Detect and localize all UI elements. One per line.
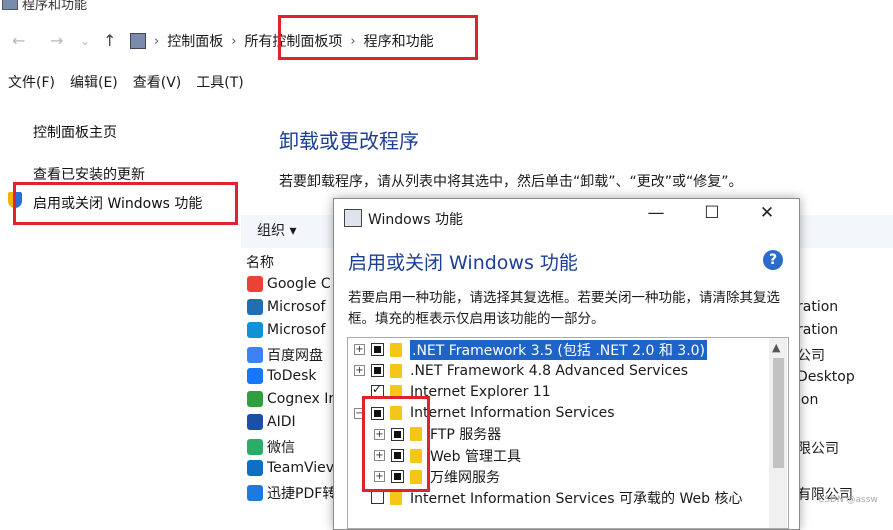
- feature-label: Internet Information Services 可承载的 Web 核…: [410, 490, 743, 507]
- program-publisher: 限公司: [797, 441, 839, 457]
- folder-icon: [390, 363, 402, 378]
- installed-updates-link[interactable]: 查看已安装的更新: [33, 164, 145, 184]
- feature-row[interactable]: + .NET Framework 4.8 Advanced Services: [354, 360, 688, 381]
- program-icon: [247, 276, 263, 292]
- program-name: 百度网盘: [267, 348, 323, 364]
- program-publisher: ration: [797, 299, 839, 315]
- program-name: 微信: [267, 440, 295, 456]
- breadcrumb-separator: ›: [154, 33, 160, 49]
- window-title: 程序和功能: [22, 0, 88, 13]
- dialog-title: Windows 功能: [368, 212, 463, 228]
- program-row[interactable]: TeamViev: [247, 460, 334, 476]
- program-name: AIDI: [267, 414, 296, 430]
- program-row[interactable]: Cognex Ir: [247, 391, 334, 407]
- program-name: Microsof: [267, 299, 326, 315]
- highlight-features-link: [13, 182, 238, 225]
- program-name: TeamViev: [267, 460, 335, 476]
- program-icon: [247, 322, 263, 338]
- program-name: ToDesk: [267, 368, 317, 384]
- program-publisher: ration: [797, 322, 839, 338]
- folder-icon: [390, 490, 402, 505]
- control-panel-icon: [2, 0, 18, 10]
- program-publisher: Desktop: [797, 369, 855, 385]
- menu-tools[interactable]: 工具(T): [196, 72, 243, 98]
- control-panel-home-link[interactable]: 控制面板主页: [33, 122, 117, 142]
- dialog-description: 若要启用一种功能，请选择其复选框。若要关闭一种功能，请清除其复选框。填充的框表示…: [348, 290, 780, 327]
- feature-label: Internet Information Services: [410, 405, 615, 422]
- feature-checkbox[interactable]: [371, 343, 384, 356]
- windows-features-icon: [344, 209, 362, 227]
- menu-file[interactable]: 文件(F): [8, 72, 55, 98]
- program-name: Cognex Ir: [267, 391, 335, 407]
- maximize-button[interactable]: ☐: [697, 203, 727, 223]
- page-description: 若要卸载程序，请从列表中将其选中，然后单击“卸载”、“更改”或“修复”。: [279, 174, 743, 190]
- back-button[interactable]: ←: [12, 31, 25, 50]
- program-icon: [247, 368, 263, 384]
- program-publisher: ion: [797, 392, 819, 408]
- program-row[interactable]: Google C: [247, 276, 331, 292]
- recent-locations-icon[interactable]: ⌄: [80, 34, 90, 48]
- program-name: Microsof: [267, 322, 326, 338]
- title-bar: 程序和功能: [0, 0, 893, 14]
- program-icon: [247, 414, 263, 430]
- feature-label: Internet Explorer 11: [410, 383, 551, 400]
- program-name: 迅捷PDF转: [267, 486, 337, 502]
- expand-icon[interactable]: +: [354, 344, 365, 355]
- scroll-up-icon[interactable]: ▲: [772, 341, 780, 354]
- feature-label: FTP 服务器: [430, 427, 502, 444]
- feature-label: 万维网服务: [430, 469, 500, 486]
- feature-checkbox[interactable]: [371, 364, 384, 378]
- program-icon: [247, 299, 263, 315]
- dialog-heading: 启用或关闭 Windows 功能: [348, 252, 578, 274]
- feature-row[interactable]: + .NET Framework 3.5 (包括 .NET 2.0 和 3.0): [354, 339, 708, 360]
- highlight-iis-checkboxes: [362, 396, 430, 492]
- breadcrumb-separator: ›: [231, 33, 237, 49]
- program-publisher: 公司: [797, 348, 825, 364]
- feature-label: .NET Framework 3.5 (包括 .NET 2.0 和 3.0): [410, 339, 708, 360]
- program-row[interactable]: Microsof: [247, 299, 325, 315]
- close-button[interactable]: ✕: [752, 203, 782, 223]
- help-icon[interactable]: ?: [763, 250, 783, 270]
- menu-bar: 文件(F) 编辑(E) 查看(V) 工具(T): [0, 72, 244, 98]
- program-row[interactable]: AIDI: [247, 414, 296, 430]
- feature-checkbox[interactable]: [371, 491, 384, 505]
- up-button[interactable]: ↑: [103, 31, 116, 50]
- expand-icon: [354, 492, 365, 503]
- program-icon: [247, 391, 263, 407]
- watermark: CSDN @assw: [818, 495, 878, 505]
- control-panel-icon: [130, 33, 146, 49]
- breadcrumb-control-panel[interactable]: 控制面板: [167, 31, 223, 51]
- program-row[interactable]: 迅捷PDF转: [247, 483, 336, 503]
- scrollbar[interactable]: ▲: [769, 338, 787, 528]
- program-row[interactable]: 微信: [247, 437, 295, 457]
- program-icon: [247, 347, 263, 363]
- folder-icon: [390, 342, 402, 357]
- minimize-button[interactable]: —: [641, 203, 671, 223]
- menu-view[interactable]: 查看(V): [133, 72, 182, 98]
- program-icon: [247, 485, 263, 501]
- page-title: 卸载或更改程序: [279, 129, 419, 153]
- forward-button[interactable]: →: [50, 31, 63, 50]
- feature-label: .NET Framework 4.8 Advanced Services: [410, 362, 689, 379]
- feature-label: Web 管理工具: [430, 448, 521, 465]
- program-row[interactable]: 百度网盘: [247, 345, 323, 365]
- organize-button[interactable]: 组织 ▾: [257, 220, 296, 240]
- program-icon: [247, 439, 263, 455]
- program-icon: [247, 460, 263, 476]
- program-row[interactable]: ToDesk: [247, 368, 317, 384]
- scrollbar-thumb[interactable]: [773, 358, 784, 468]
- program-name: Google C: [267, 276, 331, 292]
- menu-edit[interactable]: 编辑(E): [70, 72, 118, 98]
- program-row[interactable]: Microsof: [247, 322, 325, 338]
- column-header-name[interactable]: 名称: [246, 252, 274, 272]
- expand-icon[interactable]: +: [354, 365, 365, 377]
- highlight-breadcrumb: [278, 15, 478, 60]
